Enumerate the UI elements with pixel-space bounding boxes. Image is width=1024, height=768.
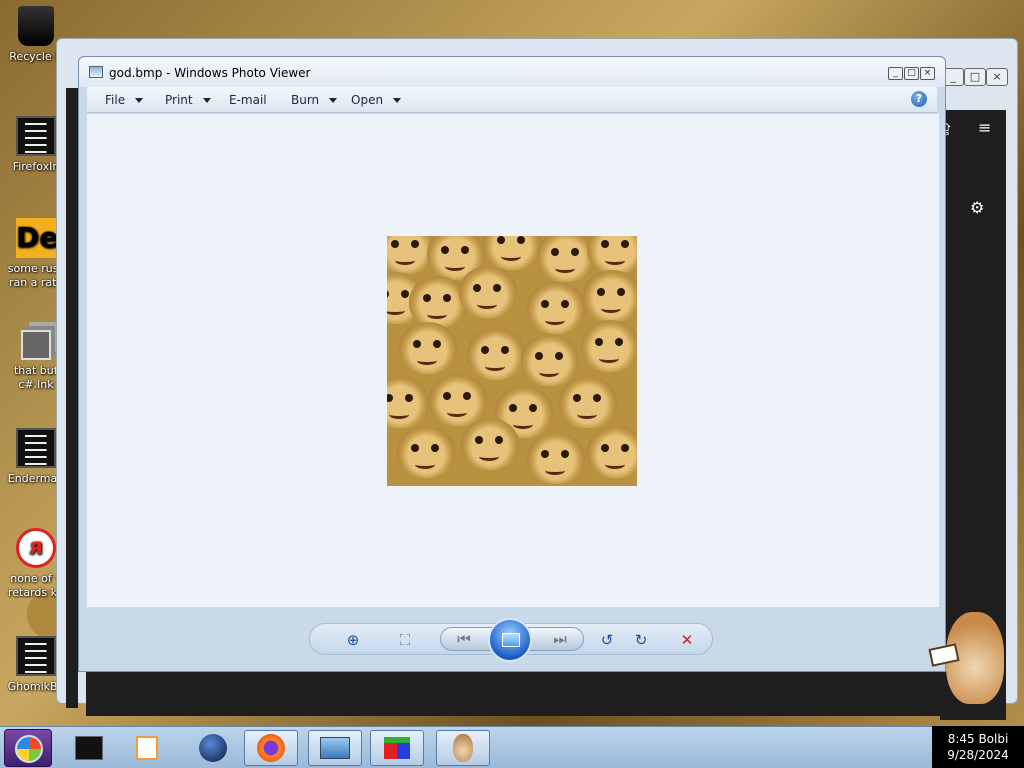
desktop-icon-label: FirefoxIn <box>12 160 60 173</box>
taskbar-photo-viewer[interactable] <box>308 730 362 766</box>
hamster-icon <box>453 734 473 762</box>
menu-email[interactable]: E-mail <box>229 93 267 107</box>
image-face <box>559 376 617 428</box>
system-clock[interactable]: 8:45 Bolbi 9/28/2024 <box>932 726 1024 768</box>
menu-burn[interactable]: Burn <box>291 93 338 107</box>
menu-print[interactable]: Print <box>165 93 211 107</box>
menu-print-label: Print <box>165 93 193 107</box>
firefox-icon <box>257 734 285 762</box>
clock-time: 8:45 Bolbi <box>947 732 1009 746</box>
start-button[interactable] <box>4 729 52 767</box>
menu-file[interactable]: File <box>105 93 144 107</box>
shortcut-icon <box>16 116 56 156</box>
image-face <box>467 328 525 380</box>
desktop-icon-label: that but c#.lnk <box>13 364 59 391</box>
maximize-button[interactable]: □ <box>904 67 919 80</box>
taskbar-firefox[interactable] <box>244 730 298 766</box>
image-face <box>527 282 585 334</box>
desktop-icon-label: Recycle B <box>9 50 63 63</box>
image-face <box>583 270 637 322</box>
menu-icon[interactable]: ≡ <box>978 118 991 137</box>
taskbar-terminal[interactable] <box>62 730 116 766</box>
menu-open-label: Open <box>351 93 384 107</box>
image-face <box>483 236 541 270</box>
stack-icon <box>21 330 51 360</box>
photo-viewer-icon <box>320 737 350 759</box>
background-close-button[interactable]: × <box>986 68 1008 86</box>
rotate-clockwise-icon[interactable]: ↻ <box>630 630 652 650</box>
photo-viewer-icon <box>89 66 103 78</box>
image-face <box>521 334 579 386</box>
clock-date: 9/28/2024 <box>947 748 1009 762</box>
blocks-icon <box>384 737 410 759</box>
chevron-down-icon <box>135 98 144 103</box>
zoom-icon[interactable]: ⊕ <box>336 630 370 650</box>
menu-email-label: E-mail <box>229 93 267 107</box>
image-face <box>397 426 455 478</box>
image-face <box>461 418 519 470</box>
image-face <box>587 236 637 274</box>
fit-to-window-icon[interactable]: ⛶ <box>394 630 416 650</box>
help-icon[interactable]: ? <box>911 91 927 107</box>
menu-burn-label: Burn <box>291 93 320 107</box>
gear-icon[interactable]: ⚙ <box>970 198 984 217</box>
slideshow-button[interactable] <box>488 618 532 662</box>
photo-viewer-window: god.bmp - Windows Photo Viewer _ □ × Fil… <box>78 56 946 672</box>
image-face <box>429 374 487 426</box>
rotate-counterclockwise-icon[interactable]: ↺ <box>596 630 618 650</box>
background-window-edge <box>66 88 78 708</box>
taskbar <box>0 726 1024 768</box>
hamster-reading-sprite[interactable] <box>928 600 1010 708</box>
shortcut-icon <box>16 636 56 676</box>
window-title: god.bmp - Windows Photo Viewer <box>109 66 311 80</box>
image-face <box>387 376 429 428</box>
menu-bar: File Print E-mail Burn Open ? <box>87 87 937 113</box>
displayed-image <box>387 236 637 486</box>
menu-file-label: File <box>105 93 126 107</box>
background-window-footer <box>86 672 1006 716</box>
shortcut-icon <box>16 428 56 468</box>
terminal-icon <box>75 736 103 760</box>
background-maximize-button[interactable]: □ <box>964 68 986 86</box>
taskbar-media-player[interactable] <box>120 730 174 766</box>
previous-icon[interactable]: ⏮ <box>451 629 477 649</box>
image-canvas <box>87 114 939 607</box>
chevron-down-icon <box>393 98 402 103</box>
windows-logo-icon <box>15 735 43 763</box>
dino-icon: ᴙ <box>16 528 56 568</box>
recycle-bin-icon <box>18 6 54 46</box>
image-face <box>459 266 517 318</box>
image-face <box>409 276 467 328</box>
minimize-button[interactable]: _ <box>888 67 903 80</box>
menu-open[interactable]: Open <box>351 93 402 107</box>
image-face <box>581 320 637 372</box>
image-face <box>399 322 457 374</box>
taskbar-hamster[interactable] <box>436 730 490 766</box>
image-face <box>527 432 585 484</box>
media-player-icon <box>136 736 158 760</box>
globe-icon <box>199 734 227 762</box>
slideshow-icon <box>502 633 520 647</box>
chevron-down-icon <box>202 98 211 103</box>
taskbar-globe[interactable] <box>186 730 240 766</box>
title-bar[interactable]: god.bmp - Windows Photo Viewer _ □ × <box>79 57 945 87</box>
viewer-toolbar: ⊕ ⛶ ⏮ ⏭ ↺ ↻ ✕ <box>309 618 713 662</box>
dex-icon: De <box>16 218 58 258</box>
delete-icon[interactable]: ✕ <box>676 630 698 650</box>
taskbar-app-blocks[interactable] <box>370 730 424 766</box>
image-face <box>587 426 637 478</box>
image-face <box>537 236 595 282</box>
close-button[interactable]: × <box>920 67 935 80</box>
next-icon[interactable]: ⏭ <box>547 629 573 649</box>
chevron-down-icon <box>329 98 338 103</box>
